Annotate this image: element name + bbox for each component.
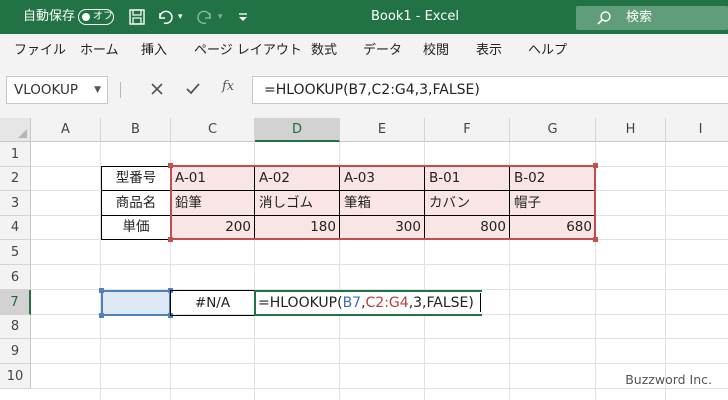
cell-b4[interactable]: 単価 — [101, 215, 171, 240]
formula-ref-range: C2:G4 — [365, 295, 409, 311]
range-handle[interactable] — [593, 163, 598, 168]
formula-ref-b7: B7 — [342, 295, 362, 311]
tab-page-layout[interactable]: ページ レイアウト — [194, 34, 302, 68]
redo-dropdown-icon[interactable]: ▾ — [218, 0, 223, 34]
column-header-c[interactable]: C — [171, 118, 255, 142]
cell-b2[interactable]: 型番号 — [101, 166, 171, 191]
formula-text: =HLOOKUP(B7,C2:G4,3,FALSE) — [264, 82, 480, 98]
tab-home[interactable]: ホーム — [80, 34, 119, 68]
range-reference-highlight — [170, 165, 596, 240]
column-header-i[interactable]: I — [666, 118, 728, 142]
name-box-dropdown-icon[interactable]: ▼ — [94, 77, 101, 103]
range-handle[interactable] — [593, 237, 598, 242]
search-box[interactable]: 検索 — [576, 6, 728, 30]
search-icon — [597, 11, 611, 25]
row-header-8[interactable]: 8 — [0, 315, 31, 339]
watermark: Buzzword Inc. — [625, 372, 712, 387]
column-header-g[interactable]: G — [510, 118, 596, 142]
range-handle[interactable] — [168, 163, 173, 168]
ribbon-tabs: ファイル ホーム 挿入 ページ レイアウト 数式 データ 校閲 表示 ヘルプ — [0, 34, 728, 69]
column-header-e[interactable]: E — [340, 118, 425, 142]
row-header-10[interactable]: 10 — [0, 364, 31, 389]
redo-icon[interactable] — [196, 8, 214, 26]
range-handle[interactable] — [168, 237, 173, 242]
cell-b3[interactable]: 商品名 — [101, 190, 171, 216]
autosave-state: オフ — [93, 11, 113, 22]
search-placeholder: 検索 — [626, 10, 653, 25]
row-header-4[interactable]: 4 — [0, 216, 31, 240]
autosave-toggle[interactable]: オフ — [78, 9, 114, 25]
cell-d7-editing[interactable]: =HLOOKUP(B7,C2:G4,3,FALSE) — [254, 290, 482, 316]
undo-icon[interactable] — [156, 8, 174, 26]
insert-function-icon[interactable]: fx — [222, 79, 240, 97]
cancel-icon[interactable] — [148, 80, 166, 98]
cell-edit-text: =HLOOKUP(B7,C2:G4,3,FALSE) — [258, 292, 474, 314]
column-header-b[interactable]: B — [101, 118, 171, 142]
row-header-6[interactable]: 6 — [0, 265, 31, 290]
gridline — [31, 264, 728, 265]
undo-dropdown-icon[interactable]: ▾ — [178, 0, 183, 34]
row-header-2[interactable]: 2 — [0, 167, 31, 191]
enter-icon[interactable] — [184, 80, 202, 98]
formula-bar: VLOOKUP ▼ fx =HLOOKUP(B7,C2:G4,3,FALSE) — [0, 68, 728, 118]
tab-file[interactable]: ファイル — [14, 34, 66, 68]
gridline — [31, 338, 728, 339]
gridline — [31, 388, 728, 389]
tab-help[interactable]: ヘルプ — [528, 34, 567, 68]
b7-reference-highlight — [101, 290, 171, 316]
select-all-corner[interactable] — [0, 118, 31, 142]
row-header-5[interactable]: 5 — [0, 240, 31, 265]
toggle-knob — [82, 12, 90, 21]
formula-input[interactable]: =HLOOKUP(B7,C2:G4,3,FALSE) — [252, 76, 728, 104]
name-box-value: VLOOKUP — [14, 82, 79, 98]
tab-review[interactable]: 校閲 — [423, 34, 449, 68]
customize-toolbar-icon[interactable] — [234, 8, 252, 26]
column-header-h[interactable]: H — [596, 118, 666, 142]
tab-insert[interactable]: 挿入 — [141, 34, 167, 68]
row-header-1[interactable]: 1 — [0, 142, 31, 167]
column-header-f[interactable]: F — [425, 118, 510, 142]
row-header-7[interactable]: 7 — [0, 290, 31, 315]
formula-suffix: ,3,FALSE) — [408, 295, 474, 311]
worksheet-grid[interactable]: A B C D E F G H I 1 2 3 4 5 6 7 8 9 10 型… — [0, 118, 728, 400]
tab-formulas[interactable]: 数式 — [311, 34, 337, 68]
column-header-a[interactable]: A — [31, 118, 101, 142]
range-handle[interactable] — [99, 313, 104, 318]
save-icon[interactable] — [128, 8, 146, 26]
gridline — [665, 142, 666, 400]
cell-c7[interactable]: #N/A — [170, 290, 255, 316]
document-title: Book1 - Excel — [371, 9, 460, 24]
title-bar: 自動保存 オフ ▾ ▾ Book1 - Excel 検索 — [0, 0, 728, 34]
formula-bar-separator — [120, 82, 121, 98]
autosave-label: 自動保存 — [23, 9, 76, 24]
row-header-3[interactable]: 3 — [0, 191, 31, 216]
tab-view[interactable]: 表示 — [476, 34, 502, 68]
name-box[interactable]: VLOOKUP ▼ — [6, 76, 108, 104]
tab-data[interactable]: データ — [363, 34, 402, 68]
column-header-d[interactable]: D — [255, 118, 340, 142]
formula-prefix: =HLOOKUP( — [258, 295, 343, 311]
text-caret — [480, 293, 481, 312]
row-header-9[interactable]: 9 — [0, 339, 31, 364]
gridline — [31, 363, 728, 364]
range-handle[interactable] — [99, 288, 104, 293]
